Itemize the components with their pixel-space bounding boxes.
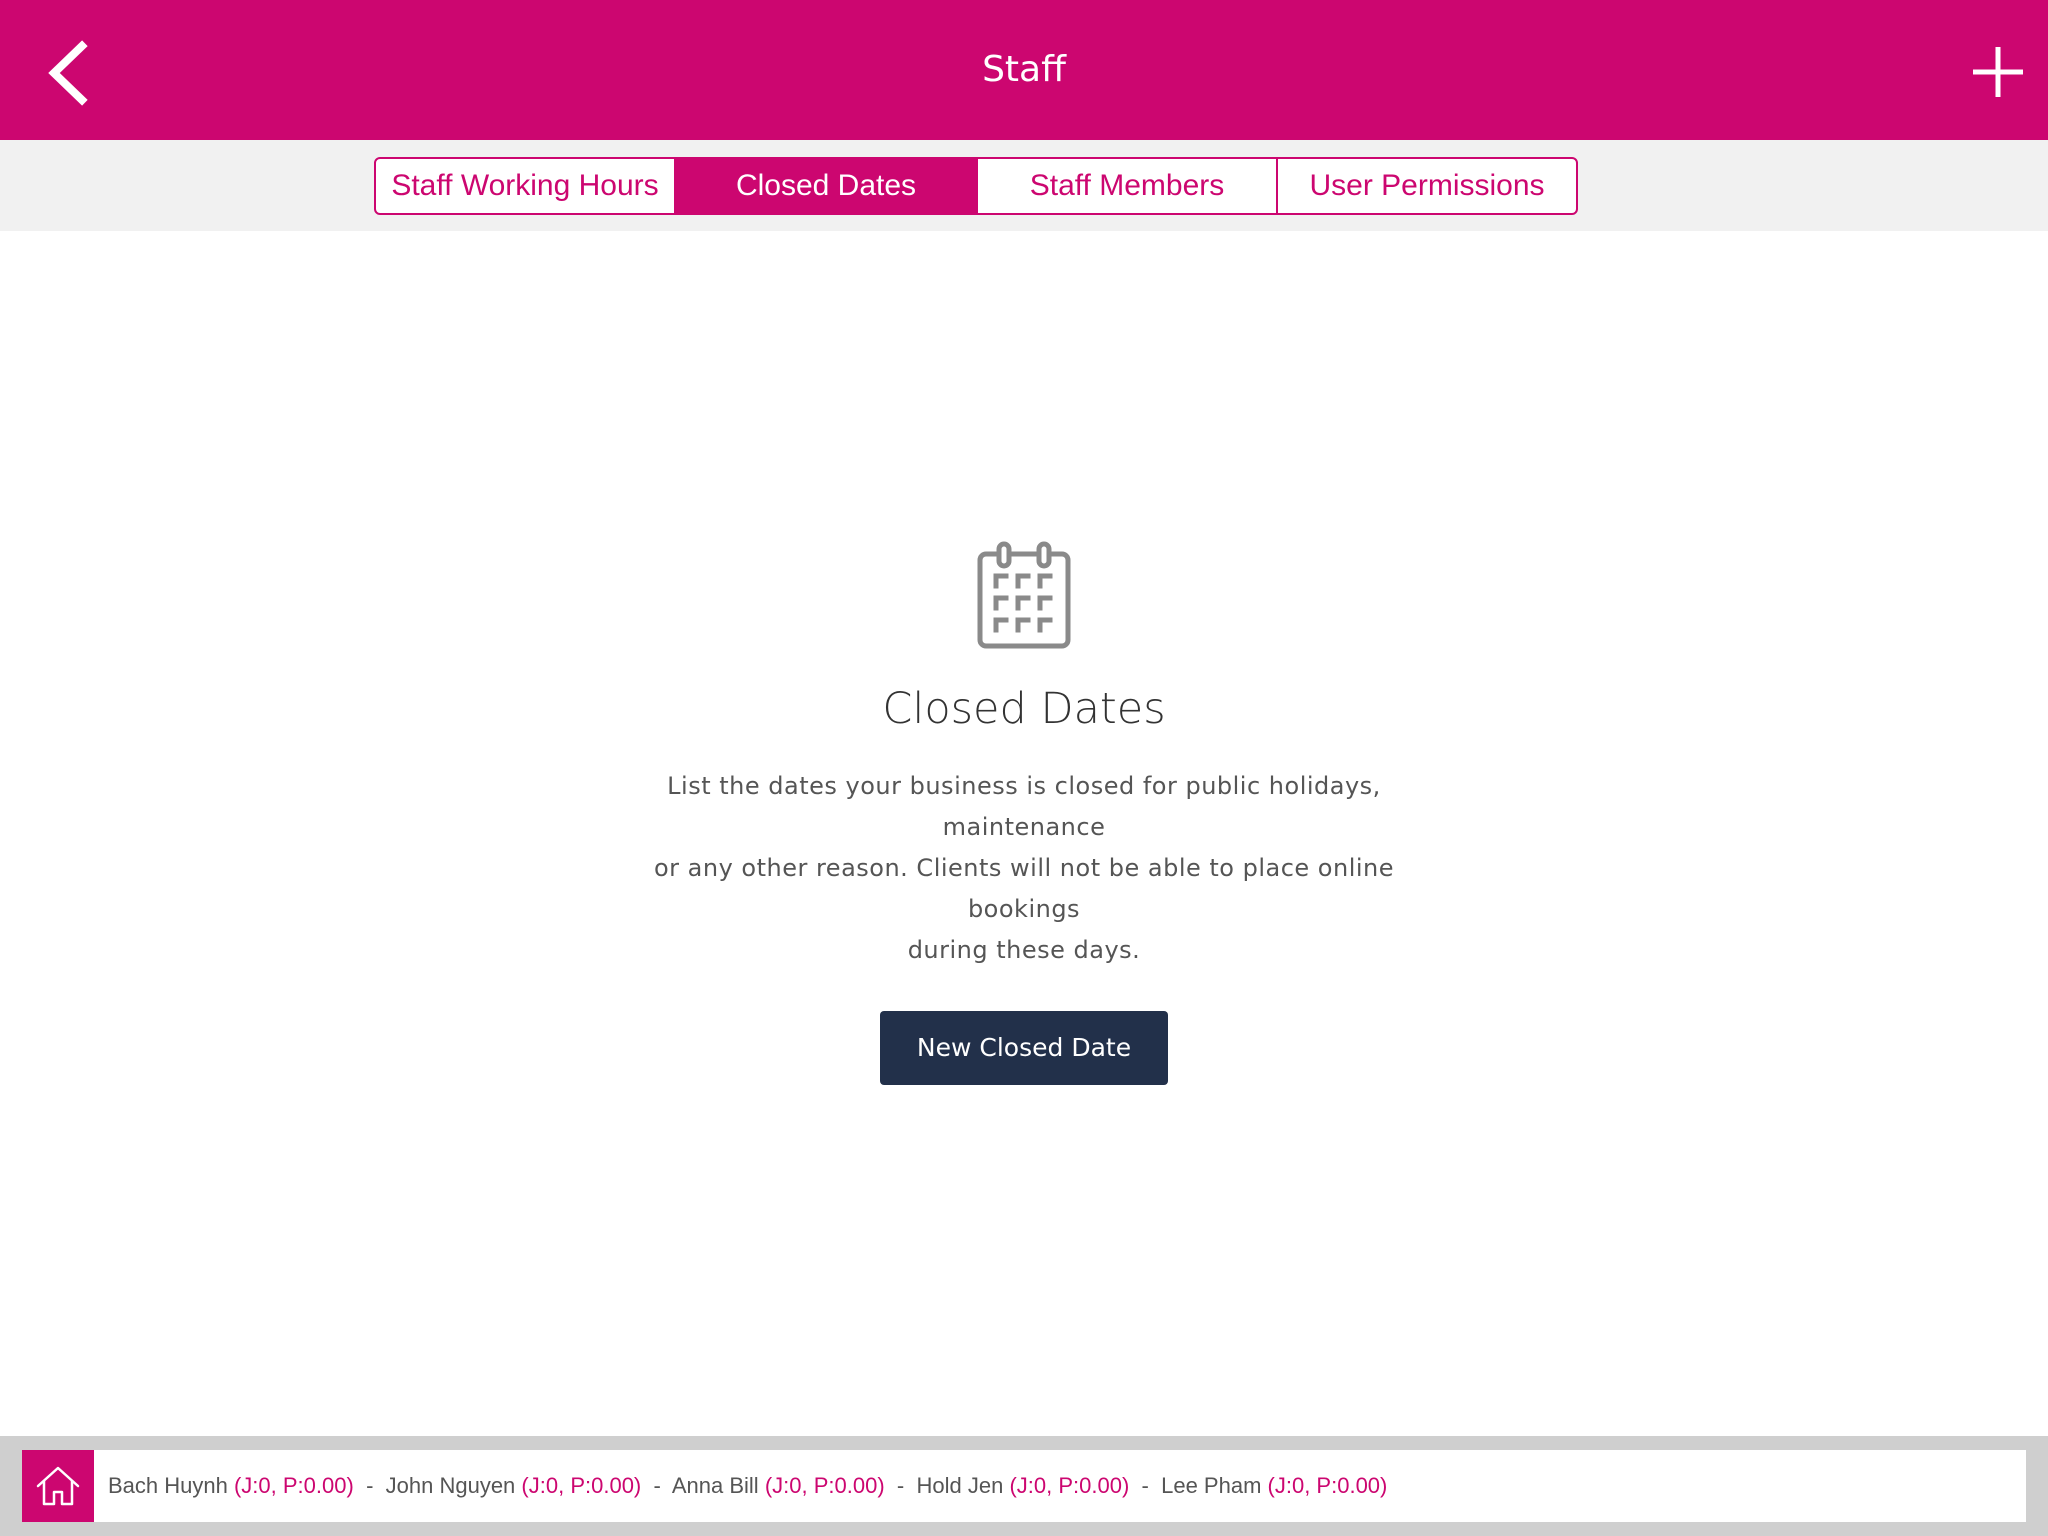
staff-name[interactable]: Bach Huynh (108, 1473, 228, 1498)
staff-separator: - (1135, 1473, 1155, 1498)
staff-footer: Bach Huynh (J:0, P:0.00) - John Nguyen (… (0, 1436, 2048, 1536)
description-line: or any other reason. Clients will not be… (653, 854, 1395, 923)
new-closed-date-button[interactable]: New Closed Date (880, 1011, 1168, 1085)
home-icon (36, 1466, 80, 1506)
description-line: List the dates your business is closed f… (667, 772, 1381, 841)
staff-stats: (J:0, P:0.00) (764, 1473, 885, 1498)
description-line: during these days. (907, 936, 1141, 964)
tab-user-permissions[interactable]: User Permissions (1278, 159, 1576, 213)
app-header: Staff (0, 0, 2048, 140)
staff-stats: (J:0, P:0.00) (1267, 1473, 1388, 1498)
tab-staff-working-hours[interactable]: Staff Working Hours (376, 159, 676, 213)
empty-state: Closed Dates List the dates your busines… (0, 540, 2048, 1085)
staff-stats: (J:0, P:0.00) (233, 1473, 354, 1498)
staff-bar: Bach Huynh (J:0, P:0.00) - John Nguyen (… (22, 1450, 2026, 1522)
tab-closed-dates[interactable]: Closed Dates (676, 159, 978, 213)
tabs-bar: Staff Working Hours Closed Dates Staff M… (0, 140, 2048, 231)
staff-name[interactable]: Lee Pham (1161, 1473, 1261, 1498)
page-title: Staff (982, 49, 1066, 90)
staff-name[interactable]: Anna Bill (672, 1473, 759, 1498)
staff-stats: (J:0, P:0.00) (1009, 1473, 1130, 1498)
empty-state-title: Closed Dates (882, 684, 1166, 734)
plus-icon (1973, 47, 2023, 97)
staff-separator: - (647, 1473, 667, 1498)
calendar-icon (977, 541, 1071, 649)
home-button[interactable] (22, 1450, 94, 1522)
segmented-tabs: Staff Working Hours Closed Dates Staff M… (374, 157, 1578, 215)
staff-name[interactable]: Hold Jen (916, 1473, 1003, 1498)
tab-staff-members[interactable]: Staff Members (978, 159, 1278, 213)
empty-state-description: List the dates your business is closed f… (594, 766, 1454, 971)
staff-separator: - (359, 1473, 380, 1498)
staff-stats: (J:0, P:0.00) (521, 1473, 642, 1498)
add-button[interactable] (1968, 42, 2028, 102)
staff-separator: - (890, 1473, 911, 1498)
staff-page: Staff Staff Working Hours Closed Dates S… (0, 0, 2048, 1536)
staff-name[interactable]: John Nguyen (386, 1473, 516, 1498)
staff-summary: Bach Huynh (J:0, P:0.00) - John Nguyen (… (108, 1450, 1387, 1522)
